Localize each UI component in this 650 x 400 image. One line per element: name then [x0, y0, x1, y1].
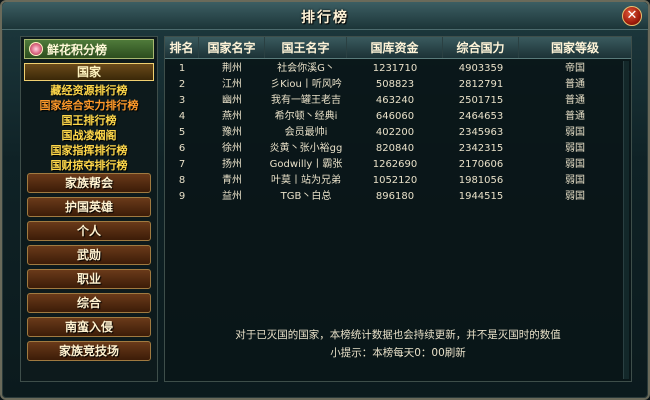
ranking-table-panel: 排名 国家名字 国王名字 国库资金 综合国力 国家等级 1 荆州 社会你溪G丶 1231710 4… [164, 36, 632, 382]
flower-score-button[interactable]: 鲜花积分榜 [24, 39, 154, 59]
table-cell: 2 [178, 79, 186, 90]
flower-icon [29, 42, 43, 56]
table-cell: 1944515 [458, 191, 504, 202]
table-cell: 弱国 [565, 159, 585, 170]
table-cell: 扬州 [222, 159, 242, 170]
table-cell: 豫州 [222, 127, 242, 138]
table-row[interactable]: 8 青州 叶莫丨站为兄弟 1052120 1981056 弱国 [165, 173, 631, 189]
table-cell: 弱国 [565, 127, 585, 138]
sidebar-menu-button[interactable]: 家族帮会 [27, 173, 151, 193]
table-cell: 5 [178, 127, 186, 138]
table-body: 1 荆州 社会你溪G丶 1231710 4903359 帝国 2 江州 彡Kiou丨听风吟 508… [165, 61, 631, 205]
table-row[interactable]: 6 徐州 炎黄丶张小裕gg 820840 2342315 弱国 [165, 141, 631, 157]
sidebar-menu-button[interactable]: 武勋 [27, 245, 151, 265]
column-header[interactable]: 国家名字 [199, 37, 265, 58]
table-cell: 2501715 [458, 95, 504, 106]
table-cell: 2342315 [458, 143, 504, 154]
close-icon: ✕ [626, 8, 638, 23]
table-cell: 普通 [565, 95, 585, 106]
tab-country[interactable]: 国家 [24, 63, 154, 81]
column-header[interactable]: 排名 [165, 37, 199, 58]
table-cell: 1 [178, 63, 186, 74]
table-cell: 幽州 [222, 95, 242, 106]
title-bar: 排行榜 ✕ [2, 2, 648, 30]
table-cell: 8 [178, 175, 186, 186]
flower-score-label: 鲜花积分榜 [47, 42, 108, 57]
table-cell: 2464653 [458, 111, 504, 122]
window-title: 排行榜 [301, 10, 349, 26]
table-cell: 普通 [565, 79, 585, 90]
table-cell: TGB丶白总 [280, 191, 332, 202]
table-cell: 9 [178, 191, 186, 202]
sidebar-sub-item[interactable]: 国财掠夺排行榜 [24, 158, 154, 173]
table-cell: 1231710 [372, 63, 418, 74]
sidebar-sub-item[interactable]: 国王排行榜 [24, 113, 154, 128]
table-cell: 会员最帅i [284, 127, 328, 138]
sidebar-menu-button[interactable]: 护国英雄 [27, 197, 151, 217]
footer-tip: 小提示：本榜每天0：00刷新 [330, 347, 466, 359]
sidebar-sub-item[interactable]: 国家指挥排行榜 [24, 143, 154, 158]
table-cell: 青州 [222, 175, 242, 186]
table-cell: 4903359 [458, 63, 504, 74]
table-cell: 弱国 [565, 191, 585, 202]
table-cell: 1262690 [372, 159, 418, 170]
table-cell: 荆州 [222, 63, 242, 74]
table-cell: 希尔顿丶经典i [274, 111, 338, 122]
table-cell: 3 [178, 95, 186, 106]
column-header[interactable]: 国库资金 [347, 37, 443, 58]
table-cell: 弱国 [565, 143, 585, 154]
sidebar-sub-item[interactable]: 国家综合实力排行榜 [24, 98, 154, 113]
table-cell: 508823 [375, 79, 415, 90]
table-row[interactable]: 1 荆州 社会你溪G丶 1231710 4903359 帝国 [165, 61, 631, 77]
sidebar-menu-button[interactable]: 家族竞技场 [27, 341, 151, 361]
table-cell: Godwilly丨霸张 [269, 159, 343, 170]
table-cell: 820840 [375, 143, 415, 154]
table-cell: 1052120 [372, 175, 418, 186]
table-cell: 402200 [375, 127, 415, 138]
table-cell: 6 [178, 143, 186, 154]
column-header[interactable]: 国王名字 [265, 37, 347, 58]
table-cell: 炎黄丶张小裕gg [269, 143, 343, 154]
table-row[interactable]: 4 燕州 希尔顿丶经典i 646060 2464653 普通 [165, 109, 631, 125]
column-header[interactable]: 国家等级 [519, 37, 631, 58]
table-cell: 2812791 [458, 79, 504, 90]
table-cell: 彡Kiou丨听风吟 [270, 79, 342, 90]
table-row[interactable]: 5 豫州 会员最帅i 402200 2345963 弱国 [165, 125, 631, 141]
footer-note: 对于已灭国的国家，本榜统计数据也会持续更新，并不是灭国时的数值 [235, 329, 561, 341]
table-cell: 7 [178, 159, 186, 170]
table-cell: 普通 [565, 111, 585, 122]
leaderboard-window: 排行榜 ✕ 鲜花积分榜 国家 藏经资源排行榜 国家综合实力排行榜 国王排行榜 国战凌烟… [0, 0, 650, 400]
table-cell: 益州 [222, 191, 242, 202]
table-cell: 1981056 [458, 175, 504, 186]
table-cell: 646060 [375, 111, 415, 122]
sidebar-menu-button[interactable]: 个人 [27, 221, 151, 241]
sidebar-menu-button[interactable]: 南蛮入侵 [27, 317, 151, 337]
table-header: 排名 国家名字 国王名字 国库资金 综合国力 国家等级 [165, 37, 631, 59]
sidebar-sub-item[interactable]: 国战凌烟阁 [24, 128, 154, 143]
table-cell: 徐州 [222, 143, 242, 154]
sidebar: 鲜花积分榜 国家 藏经资源排行榜 国家综合实力排行榜 国王排行榜 国战凌烟阁 国家指挥排… [20, 36, 158, 382]
table-row[interactable]: 2 江州 彡Kiou丨听风吟 508823 2812791 普通 [165, 77, 631, 93]
sidebar-menu-button[interactable]: 综合 [27, 293, 151, 313]
table-cell: 燕州 [222, 111, 242, 122]
table-cell: 弱国 [565, 175, 585, 186]
table-cell: 社会你溪G丶 [277, 63, 335, 74]
table-row[interactable]: 3 幽州 我有一罐王老吉 463240 2501715 普通 [165, 93, 631, 109]
sidebar-sub-item[interactable]: 藏经资源排行榜 [24, 83, 154, 98]
table-cell: 2345963 [458, 127, 504, 138]
table-cell: 叶莫丨站为兄弟 [271, 175, 341, 186]
sidebar-menu-button[interactable]: 职业 [27, 269, 151, 289]
table-cell: 4 [178, 111, 186, 122]
table-cell: 江州 [222, 79, 242, 90]
close-button[interactable]: ✕ [622, 6, 642, 26]
column-header[interactable]: 综合国力 [443, 37, 519, 58]
table-cell: 我有一罐王老吉 [271, 95, 341, 106]
table-cell: 2170606 [458, 159, 504, 170]
table-cell: 463240 [375, 95, 415, 106]
table-cell: 896180 [375, 191, 415, 202]
table-row[interactable]: 9 益州 TGB丶白总 896180 1944515 弱国 [165, 189, 631, 205]
table-row[interactable]: 7 扬州 Godwilly丨霸张 1262690 2170606 弱国 [165, 157, 631, 173]
table-cell: 帝国 [565, 63, 585, 74]
